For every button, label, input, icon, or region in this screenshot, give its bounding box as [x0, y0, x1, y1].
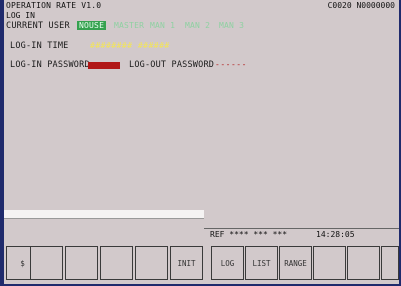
- user-option-man-1[interactable]: MAN 1: [150, 21, 175, 30]
- logout-password-label: LOG-OUT PASSWORD: [129, 60, 215, 70]
- user-option-nouse[interactable]: NOUSE: [77, 21, 107, 30]
- softkey-list[interactable]: LIST: [245, 246, 278, 280]
- status-divider: [204, 228, 399, 229]
- login-time-label: LOG-IN TIME: [10, 41, 69, 51]
- softkey-12[interactable]: [381, 246, 399, 280]
- login-password-field[interactable]: [88, 62, 120, 69]
- softkey-log[interactable]: LOG: [211, 246, 244, 280]
- user-option-master[interactable]: MASTER: [114, 21, 144, 30]
- softkey-10[interactable]: [313, 246, 346, 280]
- login-time-value: ######## ######: [90, 41, 170, 50]
- current-user-label: CURRENT USER: [6, 21, 70, 31]
- cnc-screen: OPERATION RATE V1.0 C0020 N0000000 LOG I…: [4, 0, 399, 284]
- logout-password-field[interactable]: ------: [215, 60, 247, 69]
- softkey-init[interactable]: INIT: [170, 246, 203, 280]
- screen-title: OPERATION RATE V1.0: [6, 1, 102, 10]
- softkey-4[interactable]: [100, 246, 133, 280]
- ref-status: REF **** *** ***: [210, 230, 288, 239]
- softkey-5[interactable]: [135, 246, 168, 280]
- screen-subtitle: LOG IN: [6, 11, 35, 20]
- softkey-3[interactable]: [65, 246, 98, 280]
- softkey-11[interactable]: [347, 246, 380, 280]
- clock: 14:28:05: [316, 230, 355, 239]
- login-password-label: LOG-IN PASSWORD: [10, 60, 90, 70]
- input-bar: [4, 210, 204, 219]
- softkey-bar: $ INIT LOG LIST RANGE: [4, 243, 399, 284]
- status-code: C0020 N0000000: [327, 1, 395, 10]
- user-option-man-2[interactable]: MAN 2: [185, 21, 210, 30]
- user-option-man-3[interactable]: MAN 3: [219, 21, 244, 30]
- softkey-2[interactable]: [30, 246, 63, 280]
- softkey-range[interactable]: RANGE: [279, 246, 312, 280]
